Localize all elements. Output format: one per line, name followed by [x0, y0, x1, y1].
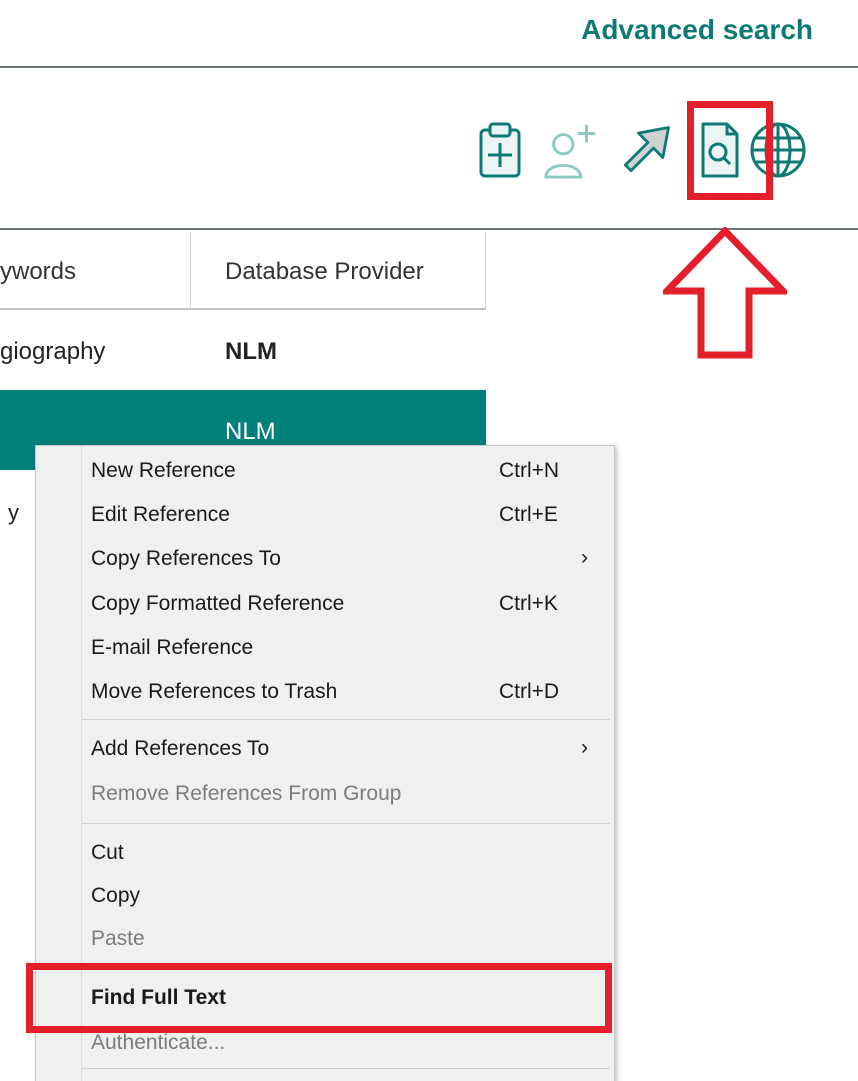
header-divider [0, 66, 858, 68]
menu-item-copy[interactable]: Copy [36, 875, 614, 919]
add-person-icon[interactable] [542, 110, 602, 190]
up-arrow-annotation [663, 227, 787, 359]
menu-item-label: Copy [91, 884, 141, 907]
menu-item-shortcut: Ctrl+D [499, 680, 560, 703]
chevron-right-icon: › [581, 736, 588, 759]
menu-item-shortcut: Ctrl+K [499, 592, 558, 615]
menu-separator [81, 1068, 610, 1069]
keywords-cell: giography [0, 338, 106, 365]
menu-item-shortcut: Ctrl+E [499, 503, 558, 526]
clipboard-plus-icon[interactable] [470, 110, 530, 190]
column-separator[interactable] [190, 232, 191, 308]
menu-item-label: New Reference [91, 459, 236, 482]
menu-item-move-to-trash[interactable]: Move References to Trash Ctrl+D [36, 671, 614, 715]
menu-item-label: Copy References To [91, 547, 281, 570]
menu-item-label: Cut [91, 841, 124, 864]
menu-separator [81, 823, 610, 824]
menu-item-label: Remove References From Group [91, 782, 402, 805]
provider-cell: NLM [225, 338, 277, 365]
advanced-search-link[interactable]: Advanced search [581, 14, 813, 46]
share-arrow-icon[interactable] [616, 110, 676, 190]
reference-toolbar [430, 110, 850, 190]
menu-item-edit-reference[interactable]: Edit Reference Ctrl+E [36, 494, 614, 538]
menu-item-label: Edit Reference [91, 503, 230, 526]
table-row[interactable]: giography NLM [0, 312, 486, 392]
menu-item-paste: Paste [36, 918, 614, 962]
menu-separator [81, 719, 610, 720]
menu-item-remove-from-group: Remove References From Group [36, 773, 614, 817]
menu-item-label: Add References To [91, 737, 270, 760]
column-header-keywords[interactable]: ywords [0, 258, 76, 286]
menu-item-label: Copy Formatted Reference [91, 592, 345, 615]
toolbar-highlight-box [687, 101, 773, 200]
find-full-text-highlight-box [26, 963, 612, 1033]
menu-item-label: Authenticate... [91, 1031, 226, 1054]
menu-item-shortcut: Ctrl+N [499, 459, 560, 482]
menu-item-label: E-mail Reference [91, 636, 254, 659]
column-separator[interactable] [485, 232, 486, 308]
menu-item-label: Move References to Trash [91, 680, 338, 703]
chevron-right-icon: › [581, 546, 588, 569]
menu-item-copy-references-to[interactable]: Copy References To › [36, 538, 614, 582]
menu-item-copy-formatted-reference[interactable]: Copy Formatted Reference Ctrl+K [36, 583, 614, 627]
menu-item-email-reference[interactable]: E-mail Reference [36, 627, 614, 671]
provider-cell: NLM [225, 418, 276, 445]
menu-item-label: Paste [91, 927, 145, 950]
menu-item-cut[interactable]: Cut [36, 832, 614, 876]
keywords-cell: у [8, 500, 19, 525]
menu-item-new-reference[interactable]: New Reference Ctrl+N [36, 450, 614, 494]
menu-item-add-references-to[interactable]: Add References To › [36, 728, 614, 772]
table-header: ywords Database Provider [0, 232, 486, 310]
column-header-database-provider[interactable]: Database Provider [225, 258, 424, 286]
